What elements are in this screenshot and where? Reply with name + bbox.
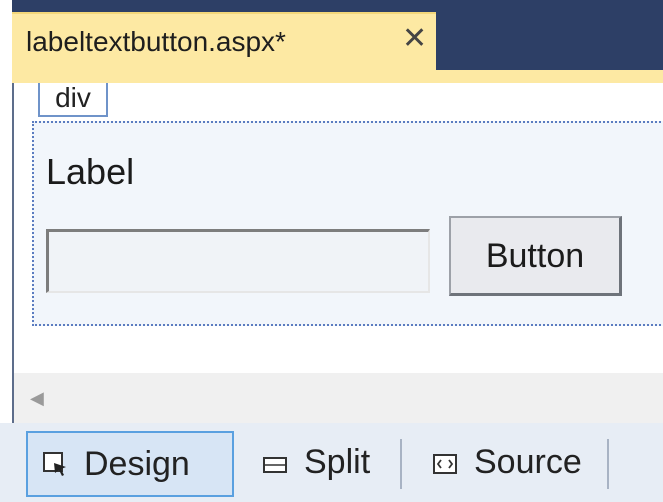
split-view-button[interactable]: Split [248, 431, 386, 497]
source-view-button[interactable]: Source [418, 431, 596, 497]
div-tag-label[interactable]: div [38, 83, 108, 117]
design-view-label: Design [84, 445, 190, 483]
active-tab-underline [12, 70, 663, 83]
tab-strip-gutter [0, 0, 12, 70]
view-switcher-bar: Design Split Source [0, 423, 663, 502]
source-view-label: Source [474, 443, 582, 481]
design-icon [42, 435, 68, 497]
textbox-control[interactable] [46, 229, 430, 293]
split-icon [262, 433, 288, 495]
horizontal-scrollbar[interactable]: ◀ [12, 373, 663, 423]
source-icon [432, 433, 458, 495]
button-control[interactable]: Button [449, 216, 622, 296]
design-view-button[interactable]: Design [26, 431, 234, 497]
scroll-left-icon[interactable]: ◀ [30, 386, 52, 410]
document-tab-strip: labeltextbutton.aspx* ✕ [0, 0, 663, 70]
view-separator [607, 439, 609, 489]
tab-title: labeltextbutton.aspx* [26, 26, 286, 57]
design-surface[interactable]: div Label Button [12, 83, 663, 373]
document-tab[interactable]: labeltextbutton.aspx* ✕ [12, 12, 436, 70]
div-container[interactable]: Label Button [32, 121, 663, 326]
view-separator [400, 439, 402, 489]
label-control[interactable]: Label [46, 151, 134, 193]
split-view-label: Split [304, 443, 371, 481]
close-icon[interactable]: ✕ [402, 24, 427, 54]
